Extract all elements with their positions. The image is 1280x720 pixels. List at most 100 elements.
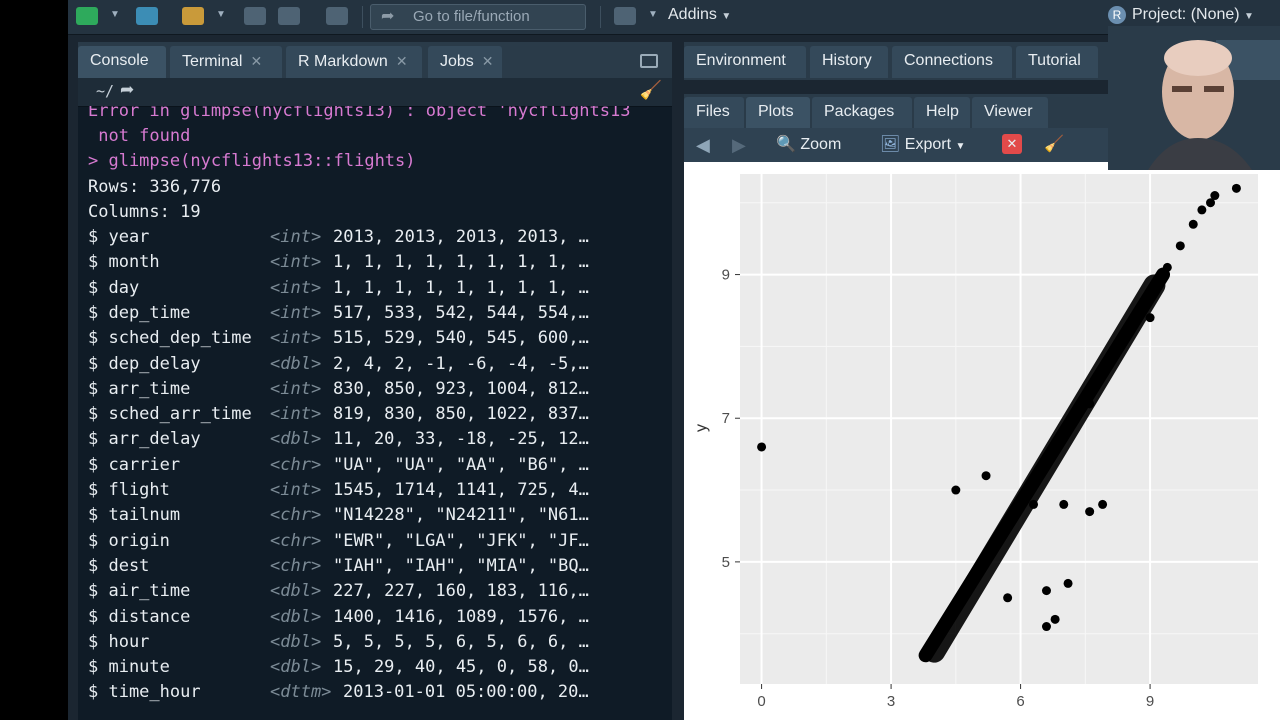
scatter-point: [1188, 219, 1198, 229]
delete-plot-icon[interactable]: ✕: [1002, 134, 1022, 154]
tab-label: Console: [90, 52, 149, 69]
tab-connections[interactable]: Connections: [892, 46, 1012, 78]
tab-viewer[interactable]: Viewer: [972, 97, 1048, 128]
console-output[interactable]: Error in glimpse(nycflights13) : object …: [88, 106, 668, 720]
tab-plots[interactable]: Plots: [746, 97, 810, 128]
plot-panel-background: [740, 174, 1258, 684]
close-icon[interactable]: ✕: [250, 53, 262, 69]
variable-name: $ distance: [88, 606, 191, 627]
glimpse-variable-row: $ dep_delay <dbl> 2, 4, 2, -1, -6, -4, -5,…: [88, 354, 668, 379]
maximize-pane-icon[interactable]: [640, 54, 658, 68]
scatter-point: [1003, 593, 1013, 603]
scatter-point: [757, 442, 767, 452]
tab-console[interactable]: Console: [78, 46, 166, 78]
scatter-point: [1050, 614, 1060, 624]
tab-label: Tutorial: [1028, 52, 1081, 69]
project-menu[interactable]: R Project: (None) ▼: [1108, 6, 1254, 24]
chevron-down-icon[interactable]: ▼: [648, 9, 658, 20]
variable-values: 1400, 1416, 1089, 1576, …: [333, 606, 589, 627]
chevron-down-icon[interactable]: ▼: [110, 9, 120, 20]
error-line: Error in glimpse(nycflights13) : object …: [88, 106, 631, 121]
zoom-button[interactable]: 🔍 Zoom: [776, 134, 841, 154]
tab-files[interactable]: Files: [684, 97, 744, 128]
variable-type: <dbl>: [270, 581, 322, 602]
glimpse-variable-row: $ tailnum <chr> "N14228", "N24211", "N61…: [88, 505, 668, 530]
y-tick-label: 7: [722, 410, 730, 427]
variable-type: <dbl>: [270, 631, 322, 652]
tab-label: Connections: [904, 52, 993, 69]
variable-type: <int>: [270, 378, 322, 399]
open-folder-icon[interactable]: [182, 7, 204, 25]
tab-environment[interactable]: Environment: [684, 46, 806, 78]
print-icon[interactable]: [326, 7, 348, 25]
go-to-arrow-icon: ➦: [381, 8, 395, 25]
variable-values: 2, 4, 2, -1, -6, -4, -5,…: [333, 353, 589, 374]
rstudio-window: ▼ ▼ ➦ Go to file/function ▼ Addins ▼ R Pr…: [68, 0, 1280, 720]
variable-name: $ tailnum: [88, 505, 181, 526]
tab-label: R Markdown: [298, 53, 388, 70]
variable-type: <int>: [270, 227, 322, 247]
tab-r-markdown[interactable]: R Markdown ✕: [286, 46, 422, 78]
scatter-point: [1059, 499, 1069, 509]
variable-values: 2013, 2013, 2013, 2013, …: [333, 227, 589, 247]
glimpse-variable-row: $ sched_arr_time <int> 819, 830, 850, 1022…: [88, 404, 668, 429]
variable-name: $ air_time: [88, 581, 191, 602]
chevron-down-icon: ▼: [1244, 11, 1254, 22]
save-icon[interactable]: [244, 7, 266, 25]
new-file-icon[interactable]: [76, 7, 98, 25]
variable-name: $ sched_dep_time: [88, 328, 252, 349]
scatter-point: [1063, 578, 1073, 588]
variable-type: <int>: [270, 328, 322, 349]
tab-history[interactable]: History: [810, 46, 888, 78]
chevron-down-icon: ▼: [955, 141, 966, 152]
clear-plots-icon[interactable]: 🧹: [1044, 134, 1064, 154]
tab-terminal[interactable]: Terminal ✕: [170, 46, 282, 78]
tab-packages[interactable]: Packages: [812, 97, 912, 128]
grid-layout-icon[interactable]: [614, 7, 636, 25]
scatter-point: [1085, 507, 1095, 517]
variable-name: $ dep_delay: [88, 353, 201, 374]
glimpse-variable-row: $ year <int> 2013, 2013, 2013, 2013, …: [88, 227, 668, 252]
scatter-point: [1145, 313, 1155, 323]
tab-label: Plots: [758, 103, 794, 120]
variable-name: $ arr_time: [88, 378, 191, 399]
zoom-icon: 🔍: [776, 136, 796, 153]
tab-tutorial[interactable]: Tutorial: [1016, 46, 1098, 78]
export-icon: 🖼: [880, 136, 901, 153]
variable-values: "IAH", "IAH", "MIA", "BQ…: [333, 555, 589, 576]
variable-values: 1, 1, 1, 1, 1, 1, 1, 1, …: [333, 277, 589, 298]
go-to-file-input[interactable]: ➦ Go to file/function: [370, 4, 586, 30]
glimpse-variable-row: $ air_time <dbl> 227, 227, 160, 183, 116,…: [88, 581, 668, 606]
chevron-down-icon[interactable]: ▼: [216, 9, 226, 20]
close-icon[interactable]: ✕: [396, 53, 408, 69]
project-label: Project: (None): [1132, 6, 1240, 23]
export-button[interactable]: 🖼 Export ▼: [880, 134, 965, 154]
variable-name: $ flight: [88, 480, 170, 500]
save-all-icon[interactable]: [278, 7, 300, 25]
toolbar-divider: [362, 6, 363, 28]
presenter-video: [1108, 26, 1280, 170]
forward-arrow-icon[interactable]: ▶: [732, 135, 746, 156]
glimpse-variable-row: $ carrier <chr> "UA", "UA", "AA", "B6", …: [88, 455, 668, 480]
r-project-icon: R: [1108, 6, 1126, 24]
variable-values: 515, 529, 540, 545, 600,…: [333, 328, 589, 349]
new-project-icon[interactable]: [136, 7, 158, 25]
scatter-point: [1175, 241, 1185, 251]
tab-jobs[interactable]: Jobs ✕: [428, 46, 502, 78]
tab-label: Jobs: [440, 53, 474, 70]
go-to-directory-icon[interactable]: ➦: [120, 80, 134, 100]
variable-type: <dbl>: [270, 429, 322, 450]
scatter-point: [1085, 399, 1095, 409]
addins-menu[interactable]: Addins ▼: [668, 6, 731, 24]
glimpse-variable-row: $ origin <chr> "EWR", "LGA", "JFK", "JF…: [88, 531, 668, 556]
back-arrow-icon[interactable]: ◀: [696, 135, 710, 156]
variable-name: $ day: [88, 277, 140, 298]
clear-console-icon[interactable]: 🧹: [640, 80, 662, 101]
tab-help[interactable]: Help: [914, 97, 970, 128]
glimpse-variable-row: $ time_hour <dttm> 2013-01-01 05:00:00, 20…: [88, 682, 668, 707]
glimpse-variable-row: $ month <int> 1, 1, 1, 1, 1, 1, 1, 1, …: [88, 252, 668, 277]
export-label: Export: [904, 136, 952, 153]
scatter-point: [1029, 499, 1039, 509]
close-icon[interactable]: ✕: [482, 53, 494, 69]
tab-label: Environment: [696, 52, 786, 69]
